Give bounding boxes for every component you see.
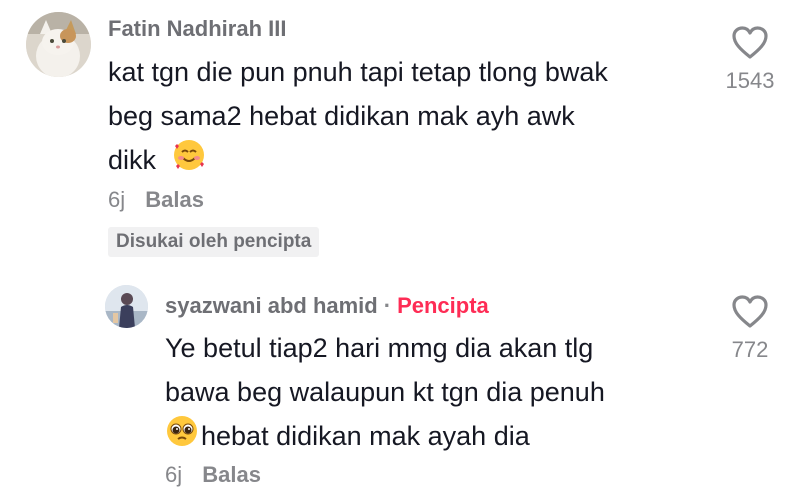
reply-text: Ye betul tiap2 hari mmg dia akan tlg baw… xyxy=(165,326,605,461)
comment-timestamp: 6j xyxy=(165,462,183,487)
reply-button[interactable]: Balas xyxy=(202,462,261,487)
comment-text-line: dikk xyxy=(108,138,608,185)
liked-by-creator-badge: Disukai oleh pencipta xyxy=(108,227,320,257)
comment-text-line: hebat didikan mak ayah dia xyxy=(165,414,605,461)
reply-username-text[interactable]: syazwani abd hamid xyxy=(165,293,378,318)
pleading-face-emoji xyxy=(165,414,199,461)
separator-dot: · xyxy=(383,293,392,318)
cat-avatar-icon xyxy=(26,12,91,77)
comment-meta: 6j Balas xyxy=(108,187,204,213)
comment-username[interactable]: Fatin Nadhirah III xyxy=(108,16,286,42)
comment-text-line: kat tgn die pun pnuh tapi tetap tlong bw… xyxy=(108,57,608,87)
comment-text-line: Ye betul tiap2 hari mmg dia akan tlg xyxy=(165,333,594,363)
reply-username[interactable]: syazwani abd hamid · Pencipta xyxy=(165,293,489,319)
comment-text-fragment: dikk xyxy=(108,145,157,175)
smiling-face-with-hearts-emoji xyxy=(172,138,206,185)
comment-timestamp: 6j xyxy=(108,187,126,212)
person-avatar-icon xyxy=(105,285,148,328)
comment-text-line: beg sama2 hebat didikan mak ayh awk xyxy=(108,101,575,131)
creator-label: Pencipta xyxy=(397,293,489,318)
avatar[interactable] xyxy=(26,12,91,77)
like-count: 1543 xyxy=(725,68,775,93)
comment-text: kat tgn die pun pnuh tapi tetap tlong bw… xyxy=(108,50,608,185)
comment-text-fragment: hebat didikan mak ayah dia xyxy=(201,421,530,451)
like-button[interactable]: 772 xyxy=(715,295,785,363)
heart-icon[interactable] xyxy=(732,295,768,329)
heart-icon[interactable] xyxy=(732,26,768,60)
comment-text-line: bawa beg walaupun kt tgn dia penuh xyxy=(165,377,605,407)
reply-button[interactable]: Balas xyxy=(145,187,204,212)
like-count: 772 xyxy=(731,337,769,362)
avatar[interactable] xyxy=(105,285,148,328)
reply-meta: 6j Balas xyxy=(165,462,261,488)
like-button[interactable]: 1543 xyxy=(715,26,785,94)
